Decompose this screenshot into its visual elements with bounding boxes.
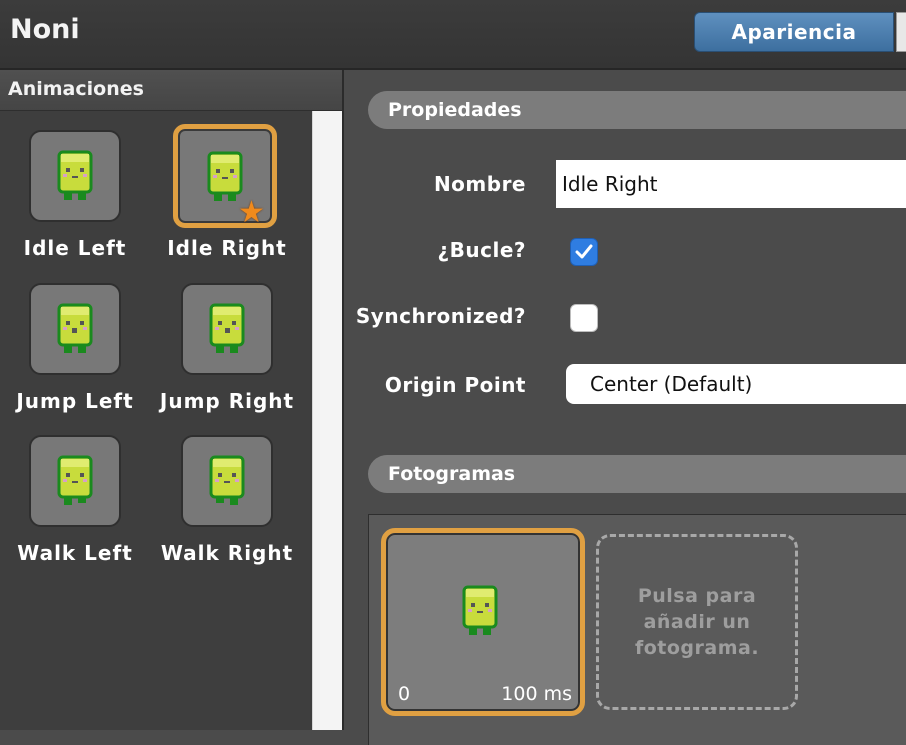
- animation-tile-jump-left[interactable]: [29, 283, 121, 375]
- add-frame-hint: Pulsa para añadir un fotograma.: [634, 585, 760, 659]
- frames-title: Fotogramas: [388, 463, 516, 485]
- checkmark-icon: [575, 244, 593, 259]
- app-title: Noni: [10, 14, 80, 45]
- animation-tile-idle-right[interactable]: ★: [173, 124, 277, 230]
- animation-label-jump-left[interactable]: Jump Left: [0, 389, 150, 413]
- sprite-icon: [57, 303, 93, 353]
- animation-label-walk-left[interactable]: Walk Left: [0, 541, 150, 565]
- animation-tile-walk-left[interactable]: [29, 435, 121, 527]
- sprite-icon: [57, 455, 93, 505]
- title-bar: Noni Apariencia: [0, 0, 906, 70]
- frames-header: Fotogramas: [368, 455, 906, 493]
- sprite-icon: [57, 150, 93, 200]
- animation-label-idle-left[interactable]: Idle Left: [0, 236, 150, 260]
- animation-tile-idle-left[interactable]: [29, 130, 121, 222]
- animations-title: Animaciones: [8, 78, 144, 100]
- animation-label-idle-right[interactable]: Idle Right: [152, 236, 302, 260]
- origin-label: Origin Point: [384, 373, 526, 397]
- tab-next[interactable]: [896, 12, 906, 52]
- properties-title: Propiedades: [388, 99, 522, 121]
- sync-checkbox[interactable]: [570, 304, 598, 332]
- animations-header: Animaciones: [0, 70, 342, 111]
- sprite-icon: [209, 455, 245, 505]
- sprite-icon: [462, 585, 498, 635]
- animation-tile-jump-right[interactable]: [181, 283, 273, 375]
- animation-tile-walk-right[interactable]: [181, 435, 273, 527]
- origin-point-select[interactable]: Center (Default): [566, 364, 906, 404]
- animation-label-jump-right[interactable]: Jump Right: [152, 389, 302, 413]
- sprite-icon: [209, 303, 245, 353]
- loop-checkbox[interactable]: [570, 238, 598, 266]
- frame-duration[interactable]: 100 ms: [501, 683, 572, 705]
- frame-index: 0: [398, 683, 411, 705]
- animation-label-walk-right[interactable]: Walk Right: [152, 541, 302, 565]
- properties-header: Propiedades: [368, 91, 906, 129]
- panel-divider[interactable]: [342, 70, 344, 730]
- frame-tile[interactable]: 0 100 ms: [381, 528, 585, 716]
- name-field[interactable]: [556, 160, 906, 208]
- origin-point-value: Center (Default): [590, 372, 753, 396]
- loop-label: ¿Bucle?: [437, 238, 526, 262]
- animations-scrollbar[interactable]: [312, 111, 343, 730]
- tab-apariencia[interactable]: Apariencia: [694, 12, 894, 52]
- star-icon: ★: [238, 195, 265, 230]
- sync-label: Synchronized?: [355, 304, 526, 328]
- name-label: Nombre: [433, 172, 526, 196]
- add-frame-button[interactable]: Pulsa para añadir un fotograma.: [596, 534, 798, 710]
